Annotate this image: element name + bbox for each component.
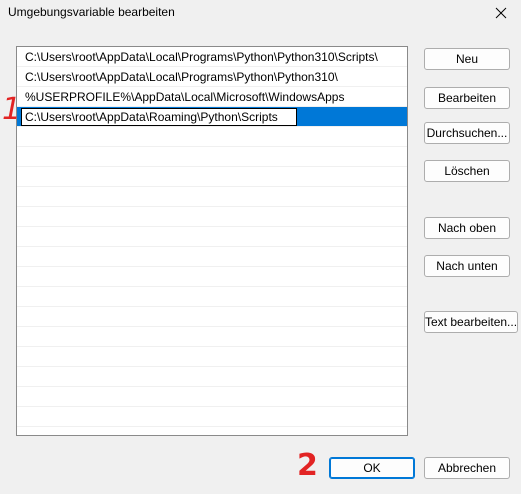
cancel-button[interactable]: Abbrechen	[424, 457, 510, 479]
ok-button[interactable]: OK	[329, 457, 415, 479]
empty-list-row[interactable]	[17, 347, 407, 367]
empty-list-row[interactable]	[17, 367, 407, 387]
delete-button[interactable]: Löschen	[424, 160, 510, 182]
annotation-marker-2: 2	[297, 448, 318, 483]
empty-list-row[interactable]	[17, 167, 407, 187]
empty-list-row[interactable]	[17, 127, 407, 147]
empty-list-row[interactable]	[17, 187, 407, 207]
edit-button[interactable]: Bearbeiten	[424, 87, 510, 109]
list-item[interactable]: %USERPROFILE%\AppData\Local\Microsoft\Wi…	[17, 87, 407, 107]
list-item-text: C:\Users\root\AppData\Local\Programs\Pyt…	[25, 70, 338, 84]
empty-list-row[interactable]	[17, 207, 407, 227]
empty-list-row[interactable]	[17, 247, 407, 267]
edit-environment-variable-dialog: Umgebungsvariable bearbeiten C:\Users\ro…	[0, 0, 521, 494]
empty-list-row[interactable]	[17, 147, 407, 167]
empty-list-row[interactable]	[17, 307, 407, 327]
edit-text-button[interactable]: Text bearbeiten...	[424, 311, 518, 333]
new-button[interactable]: Neu	[424, 48, 510, 70]
close-button[interactable]	[490, 2, 512, 24]
path-edit-input[interactable]	[21, 108, 297, 126]
empty-list-row[interactable]	[17, 287, 407, 307]
list-item[interactable]: C:\Users\root\AppData\Local\Programs\Pyt…	[17, 67, 407, 87]
move-down-button[interactable]: Nach unten	[424, 255, 510, 277]
empty-list-row[interactable]	[17, 407, 407, 427]
list-item-text: %USERPROFILE%\AppData\Local\Microsoft\Wi…	[25, 90, 345, 104]
browse-button[interactable]: Durchsuchen...	[424, 122, 510, 144]
path-entries-list[interactable]: C:\Users\root\AppData\Local\Programs\Pyt…	[16, 46, 408, 436]
empty-list-row[interactable]	[17, 387, 407, 407]
list-item[interactable]: C:\Users\root\AppData\Local\Programs\Pyt…	[17, 47, 407, 67]
move-up-button[interactable]: Nach oben	[424, 217, 510, 239]
list-item-text: C:\Users\root\AppData\Local\Programs\Pyt…	[25, 50, 378, 64]
dialog-title: Umgebungsvariable bearbeiten	[8, 5, 175, 19]
close-icon	[495, 7, 507, 19]
list-item-selected[interactable]	[17, 107, 407, 127]
empty-list-row[interactable]	[17, 227, 407, 247]
empty-list-row[interactable]	[17, 327, 407, 347]
empty-list-row[interactable]	[17, 267, 407, 287]
annotation-marker-1: 1	[2, 92, 22, 127]
